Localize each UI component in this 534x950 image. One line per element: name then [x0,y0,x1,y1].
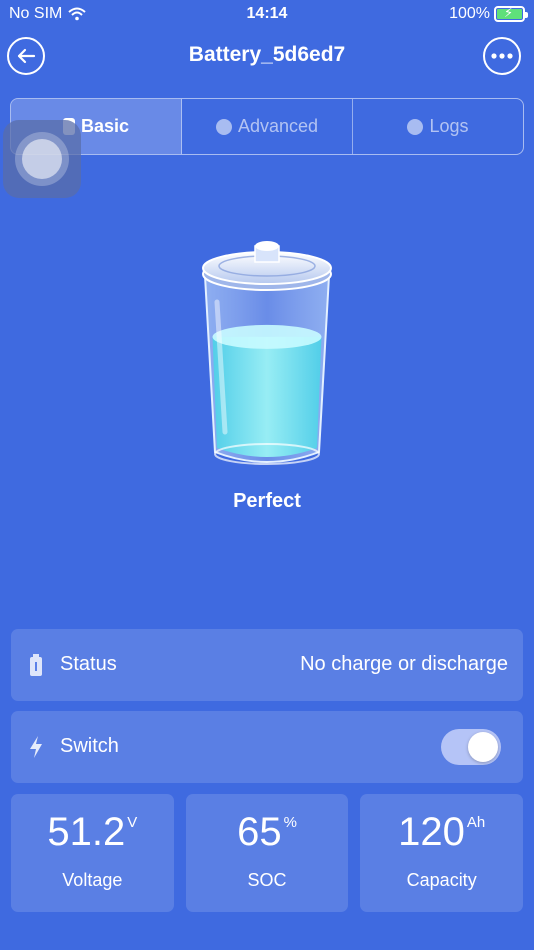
robot-icon [215,118,232,135]
capacity-label: Capacity [406,870,477,890]
bell-icon [407,118,424,135]
metric-soc: 65% SOC [185,794,349,912]
more-button[interactable] [483,37,521,75]
status-card: Status No charge or discharge [11,629,523,701]
tab-label: Basic [80,116,130,136]
nav-bar: Battery_5d6ed7 [0,36,534,76]
metric-capacity: 120 Ah Capacity [360,794,524,912]
battery-percent: 100% [449,5,490,22]
charging-bolt-icon: ⚡ [504,5,514,20]
status-label: Status [60,653,117,675]
metric-voltage: 51.2 V Voltage [11,794,174,912]
assistive-touch-button[interactable] [3,120,81,198]
lightning-icon [30,736,42,758]
tab-label: Advanced [237,116,319,136]
switch-card: Switch [11,711,523,783]
power-switch-toggle[interactable] [441,729,501,765]
battery-small-icon [30,654,42,676]
switch-label: Switch [60,735,119,757]
capacity-unit: Ah [466,814,486,831]
tab-label: Logs [429,116,469,136]
capacity-value: 120 [398,810,465,854]
soc-unit: % [283,814,297,831]
soc-label: SOC [247,870,287,890]
more-dots-icon [491,53,513,59]
voltage-label: Voltage [62,870,123,890]
soc-value: 65 [237,810,282,854]
voltage-value: 51.2 [47,810,126,854]
battery-health-label: Perfect [233,490,301,512]
tab-advanced[interactable]: Advanced [182,99,353,154]
battery-illustration [202,241,332,465]
battery-liquid-surface [212,324,322,349]
toggle-knob [468,732,498,762]
status-value: No charge or discharge [300,653,508,675]
tab-bar: Basic Advanced Logs [10,98,524,155]
voltage-unit: V [127,814,138,831]
status-bar: No SIM 14:14 100% ⚡ [0,0,534,28]
page-title: Battery_5d6ed7 [188,43,346,66]
battery-liquid [212,336,322,457]
tab-logs[interactable]: Logs [353,99,523,154]
battery-status-icon: ⚡ [494,5,528,22]
status-right: 100% ⚡ [449,5,528,23]
metrics-row: 51.2 V Voltage 65% SOC 120 Ah Capacity [11,794,524,912]
